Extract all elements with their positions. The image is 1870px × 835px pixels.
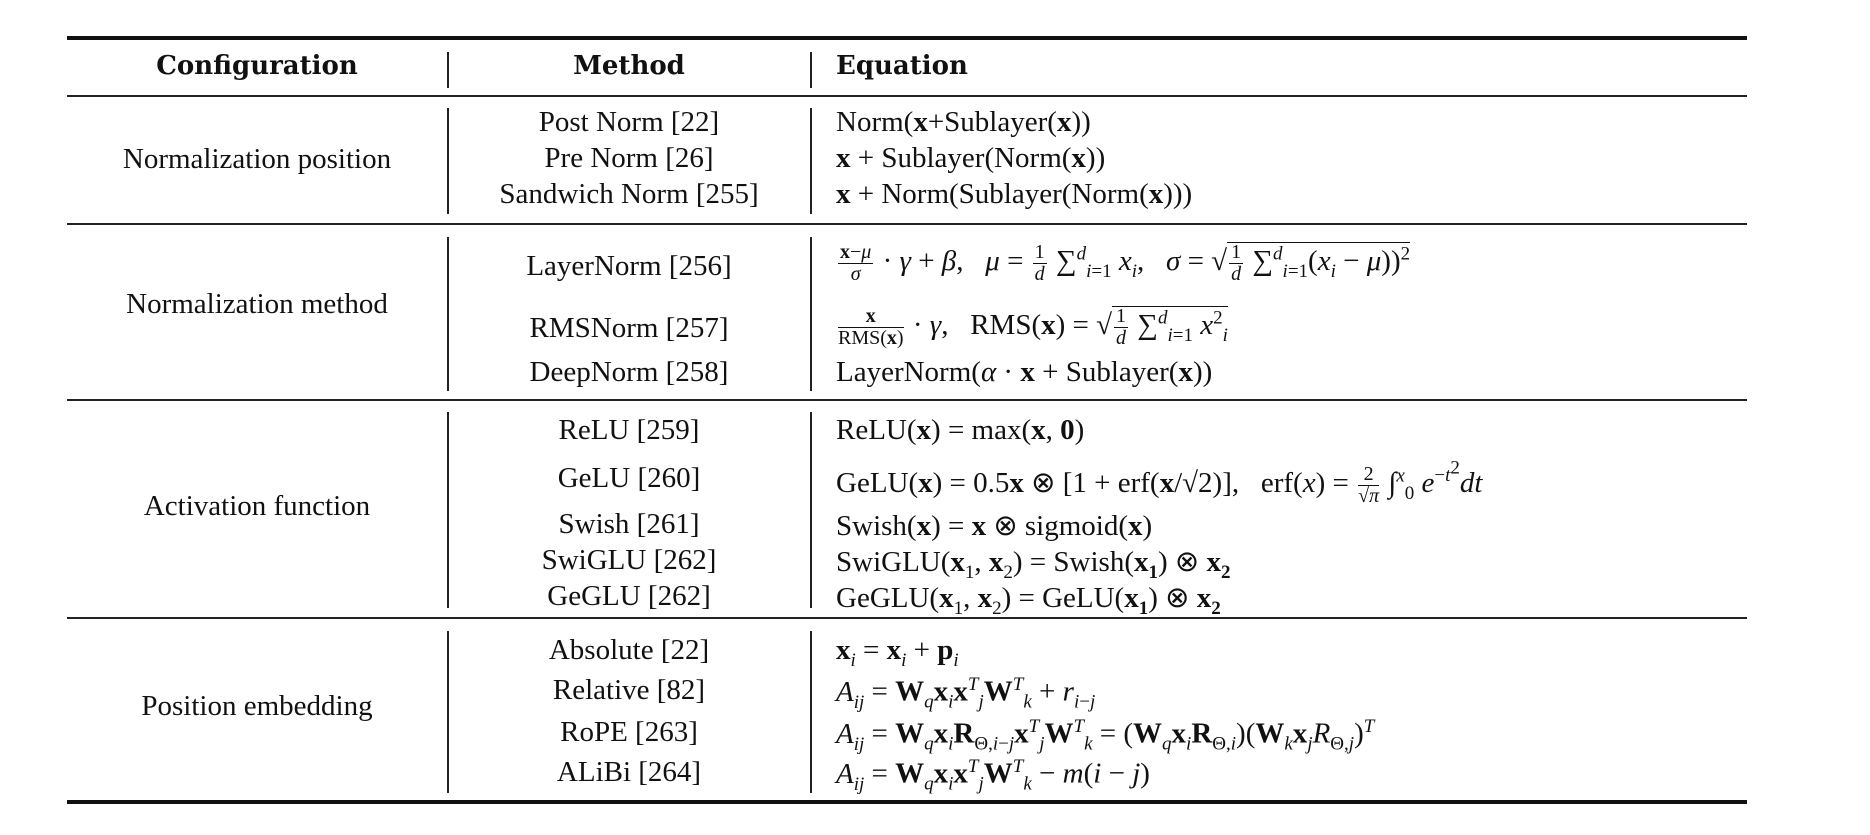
method-cell: RoPE [263] <box>560 716 698 748</box>
method-cell: Absolute [22] <box>548 634 710 666</box>
equation-sandwich-norm: x + Norm(Sublayer(Norm(x))) <box>836 178 1193 210</box>
equation-rope: Aij = WqxiRΘ,i−jxTjWTk = (WqxiRΘ,i)(Wkxj… <box>836 716 1375 755</box>
column-separator <box>810 108 812 214</box>
table-bottom-rule <box>67 800 1747 804</box>
equation-deepnorm: LayerNorm(α · x + Sublayer(x)) <box>836 356 1213 388</box>
column-separator <box>810 412 812 608</box>
equation-pre-norm: x + Sublayer(Norm(x)) <box>836 142 1106 174</box>
header-equation: Equation <box>836 51 968 81</box>
method-cell: GeLU [260] <box>557 462 701 494</box>
equation-swish: Swish(x) = x ⊗ sigmoid(x) <box>836 510 1153 542</box>
method-cell: GeGLU [262] <box>547 580 711 612</box>
config-activation-function: Activation function <box>143 490 371 522</box>
config-normalization-position: Normalization position <box>122 143 392 175</box>
equation-geglu: GeGLU(x1, x2) = GeLU(x1) ⊗ x2 <box>836 582 1221 619</box>
header-rule <box>67 95 1747 97</box>
method-cell: Post Norm [22] <box>538 106 720 138</box>
equation-relative: Aij = WqxixTjWTk + ri−j <box>836 674 1096 713</box>
method-cell: SwiGLU [262] <box>541 544 717 576</box>
column-separator <box>810 631 812 793</box>
header-configuration: Configuration <box>156 51 358 81</box>
method-cell: Pre Norm [26] <box>544 142 714 174</box>
method-cell: Relative [82] <box>552 674 706 706</box>
method-cell: ReLU [259] <box>558 414 700 446</box>
column-separator <box>810 52 812 88</box>
method-cell: ALiBi [264] <box>556 756 702 788</box>
method-cell: DeepNorm [258] <box>529 356 729 388</box>
equation-alibi: Aij = WqxixTjWTk − m(i − j) <box>836 756 1150 795</box>
method-cell: RMSNorm [257] <box>529 312 729 344</box>
column-separator <box>810 237 812 391</box>
equation-swiglu: SwiGLU(x1, x2) = Swish(x1) ⊗ x2 <box>836 546 1231 583</box>
equation-rmsnorm: x RMS(x) · γ, RMS(x) = √ 1 d ∑di=1 x2i <box>838 305 1228 349</box>
method-cell: Sandwich Norm [255] <box>499 178 759 210</box>
method-cell: LayerNorm [256] <box>526 250 732 282</box>
equation-post-norm: Norm(x+Sublayer(x)) <box>836 106 1091 138</box>
group-rule <box>67 223 1747 225</box>
config-position-embedding: Position embedding <box>141 690 373 722</box>
method-cell: Swish [261] <box>558 508 700 540</box>
table-top-rule <box>67 36 1747 40</box>
config-normalization-method: Normalization method <box>126 288 388 320</box>
header-method: Method <box>573 51 685 81</box>
equation-layernorm: x−μ σ · γ + β, μ = 1d ∑di=1 xi, σ = √ 1 d ∑… <box>838 241 1411 285</box>
group-rule <box>67 399 1747 401</box>
equation-gelu: GeLU(x) = 0.5x ⊗ [1 + erf(x/√2)], erf(x)… <box>836 458 1483 507</box>
equation-absolute: xi = xi + pi <box>836 634 959 671</box>
equation-relu: ReLU(x) = max(x, 0) <box>836 414 1085 446</box>
